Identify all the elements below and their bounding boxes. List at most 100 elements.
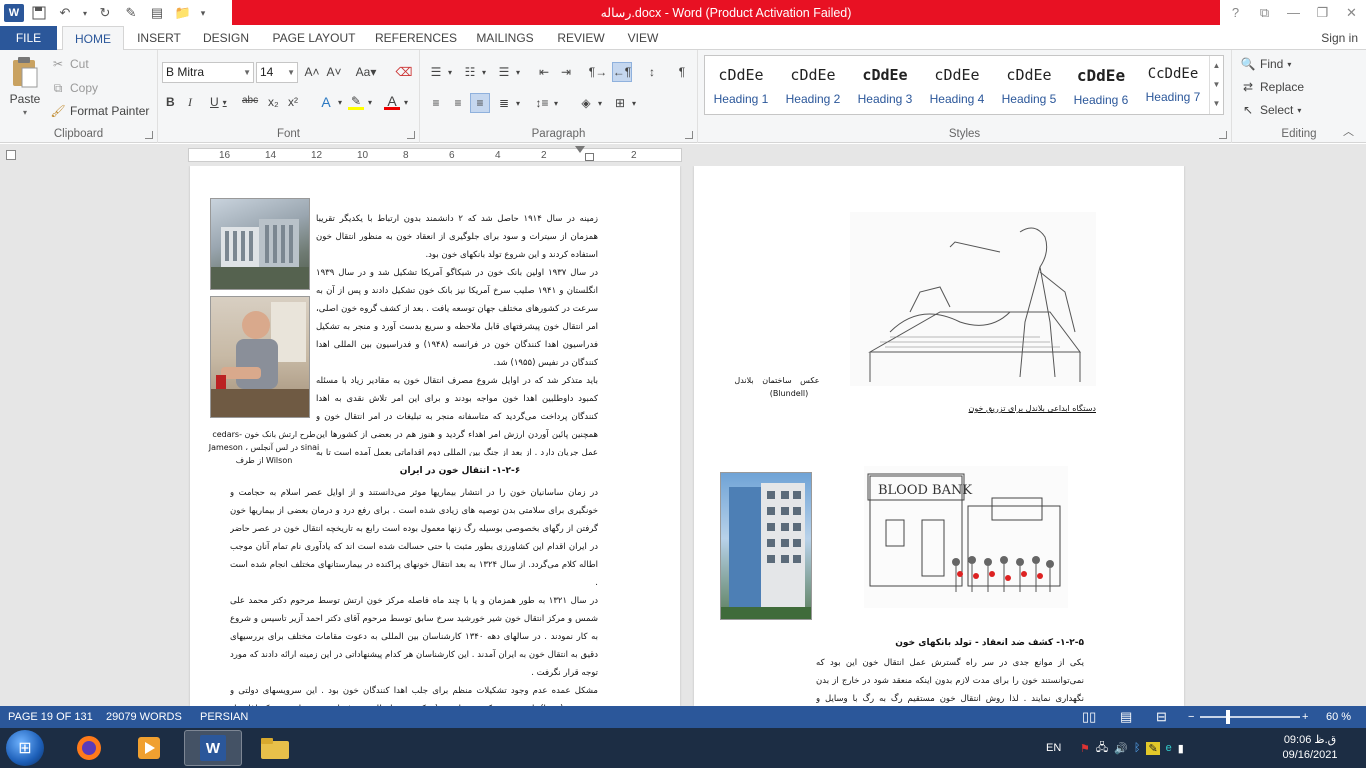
align-right-button[interactable]: ≡ — [470, 93, 490, 113]
redo-icon[interactable]: ↻ — [94, 2, 116, 24]
line-spacing-button[interactable]: ↕≡ ▾ — [534, 95, 558, 111]
style-heading-1[interactable]: cDdEe Heading 1 — [705, 56, 777, 114]
left-page-text-bottom[interactable]: در زمان ساسانیان خون را در انتشار بیماری… — [230, 484, 598, 706]
taskbar-file-explorer[interactable] — [246, 730, 304, 766]
app-tray-icon[interactable]: e — [1166, 742, 1172, 754]
minimize-button[interactable]: — — [1279, 0, 1308, 25]
section-heading[interactable]: ۱-۲-۵- کشف ضد انعقاد - تولد بانکهای خون — [894, 634, 1084, 652]
style-heading-5[interactable]: cDdEe Heading 5 — [993, 56, 1065, 114]
font-color-button[interactable]: A ▾ — [384, 93, 408, 110]
bullets-button[interactable]: ☰ ▾ — [428, 64, 452, 80]
style-heading-2[interactable]: cDdEe Heading 2 — [777, 56, 849, 114]
subscript-button[interactable]: x₂ — [268, 95, 279, 109]
align-left-button[interactable]: ≡ — [428, 95, 444, 111]
tab-file[interactable]: FILE — [0, 26, 57, 50]
style-heading-3[interactable]: cDdEe Heading 3 — [849, 56, 921, 114]
zoom-thumb[interactable] — [1226, 710, 1230, 724]
customize-qat-button[interactable]: ▾ — [198, 2, 208, 24]
replace-button[interactable]: ⇄ Replace — [1240, 79, 1304, 95]
tab-page-layout[interactable]: PAGE LAYOUT — [266, 26, 362, 50]
undo-dropdown-icon[interactable]: ▾ — [80, 2, 90, 24]
read-mode-icon[interactable]: ▯▯ — [1082, 706, 1096, 728]
undo-icon[interactable]: ↶ — [54, 2, 76, 24]
text-effects-button[interactable]: A ▾ — [318, 94, 342, 110]
indent-marker[interactable] — [575, 146, 585, 153]
section-heading[interactable]: ۱-۲-۶- انتقال خون در ایران — [340, 462, 580, 480]
font-size-combo[interactable]: 14 ▼ — [256, 62, 298, 83]
styles-dialog-launcher[interactable] — [1219, 131, 1227, 139]
taskbar-word[interactable]: W — [184, 730, 242, 766]
more-styles-icon[interactable]: ▼ — [1210, 94, 1223, 113]
numbering-button[interactable]: ☷ ▾ — [462, 64, 486, 80]
find-button[interactable]: 🔍 Find ▾ — [1240, 56, 1292, 72]
input-language[interactable]: EN — [1046, 728, 1061, 768]
copy-button[interactable]: ⧉ Copy — [50, 80, 98, 96]
language-indicator[interactable]: PERSIAN — [200, 706, 248, 728]
show-marks-button[interactable]: ¶ — [674, 64, 690, 80]
format-painter-button[interactable]: 🖌 Format Painter — [50, 103, 149, 119]
tab-design[interactable]: DESIGN — [196, 26, 256, 50]
justify-button[interactable]: ≣ ▾ — [496, 95, 520, 111]
indent-marker[interactable] — [585, 153, 594, 161]
tab-view[interactable]: VIEW — [618, 26, 668, 50]
chevron-up-icon[interactable]: ▲ — [1210, 56, 1223, 75]
zoom-out-button[interactable]: − — [1188, 706, 1194, 728]
change-case-button[interactable]: Aa▾ — [354, 64, 378, 80]
style-heading-4[interactable]: cDdEe Heading 4 — [921, 56, 993, 114]
clipboard-dialog-launcher[interactable] — [145, 131, 153, 139]
tab-insert[interactable]: INSERT — [130, 26, 188, 50]
collapse-ribbon-icon[interactable]: ︿ — [1343, 123, 1354, 139]
bold-button[interactable]: B — [166, 95, 175, 109]
sign-in-link[interactable]: Sign in — [1321, 26, 1358, 50]
chevron-down-icon[interactable]: ▼ — [1210, 75, 1223, 94]
bluetooth-icon[interactable]: ᛒ — [1134, 742, 1141, 754]
styles-gallery-scroll[interactable]: ▲ ▼ ▼ — [1209, 56, 1223, 114]
decrease-indent-button[interactable]: ⇤ — [536, 64, 552, 80]
open-folder-icon[interactable]: 📁 — [172, 2, 194, 24]
save-icon[interactable] — [28, 2, 50, 24]
print-layout-icon[interactable]: ▤ — [1120, 706, 1132, 728]
align-center-button[interactable]: ≡ — [450, 95, 466, 111]
signal-icon[interactable]: ▮ — [1178, 742, 1184, 755]
clear-formatting-button[interactable]: ⌫ — [396, 64, 413, 80]
italic-button[interactable]: I — [188, 95, 192, 110]
left-page-text-top[interactable]: زمینه در سال ۱۹۱۴ حاصل شد که ۲ دانشمند ب… — [316, 210, 598, 456]
select-button[interactable]: ↖ Select ▾ — [1240, 102, 1301, 118]
tab-references[interactable]: REFERENCES — [372, 26, 460, 50]
action-center-icon[interactable]: ⚑ — [1080, 742, 1090, 755]
style-heading-6[interactable]: cDdEe Heading 6 — [1065, 56, 1137, 114]
style-heading-7[interactable]: CcDdEe Heading 7 — [1137, 56, 1209, 114]
tab-mailings[interactable]: MAILINGS — [468, 26, 542, 50]
strikethrough-button[interactable]: abc — [242, 95, 258, 106]
paragraph-dialog-launcher[interactable] — [685, 131, 693, 139]
network-icon[interactable]: 🖧 — [1096, 739, 1108, 758]
taskbar-media-player[interactable] — [120, 730, 178, 766]
zoom-level[interactable]: 60 % — [1326, 706, 1351, 728]
notification-icon[interactable]: ✎ — [1146, 741, 1160, 755]
horizontal-ruler[interactable]: 16 14 12 10 8 6 4 2 2 — [188, 146, 682, 162]
borders-button[interactable]: ⊞ ▾ — [612, 95, 636, 111]
paste-button[interactable]: Paste ▾ — [6, 56, 44, 117]
font-name-combo[interactable]: B Mitra ▼ — [162, 62, 254, 83]
shrink-font-button[interactable]: A˅ — [326, 64, 342, 80]
close-button[interactable]: ✕ — [1337, 0, 1366, 25]
edit-document-icon[interactable]: ✎ — [120, 2, 142, 24]
tab-selector[interactable] — [6, 150, 16, 160]
help-icon[interactable]: ? — [1221, 0, 1250, 25]
form-icon[interactable]: ▤ — [146, 2, 168, 24]
page-right[interactable]: عکس ساختمان بلاندل (Blundell) دستگاه ابد… — [694, 166, 1184, 706]
zoom-in-button[interactable]: + — [1302, 706, 1308, 728]
tab-review[interactable]: REVIEW — [552, 26, 610, 50]
page-count[interactable]: PAGE 19 OF 131 — [8, 706, 93, 728]
superscript-button[interactable]: x² — [288, 95, 298, 109]
tab-home[interactable]: HOME — [62, 26, 124, 51]
increase-indent-button[interactable]: ⇥ — [558, 64, 574, 80]
multilevel-list-button[interactable]: ☰ ▾ — [496, 64, 520, 80]
font-dialog-launcher[interactable] — [407, 131, 415, 139]
ribbon-display-options-icon[interactable]: ⧉ — [1250, 0, 1279, 25]
right-page-text[interactable]: یکی از موانع جدی در سر راه گسترش عمل انت… — [816, 654, 1084, 706]
clock[interactable]: 09:06 ق.ظ 09/16/2021 — [1268, 728, 1352, 768]
start-button[interactable]: ⊞ — [6, 730, 44, 766]
taskbar-firefox[interactable] — [60, 730, 118, 766]
maximize-button[interactable]: ❐ — [1308, 0, 1337, 25]
